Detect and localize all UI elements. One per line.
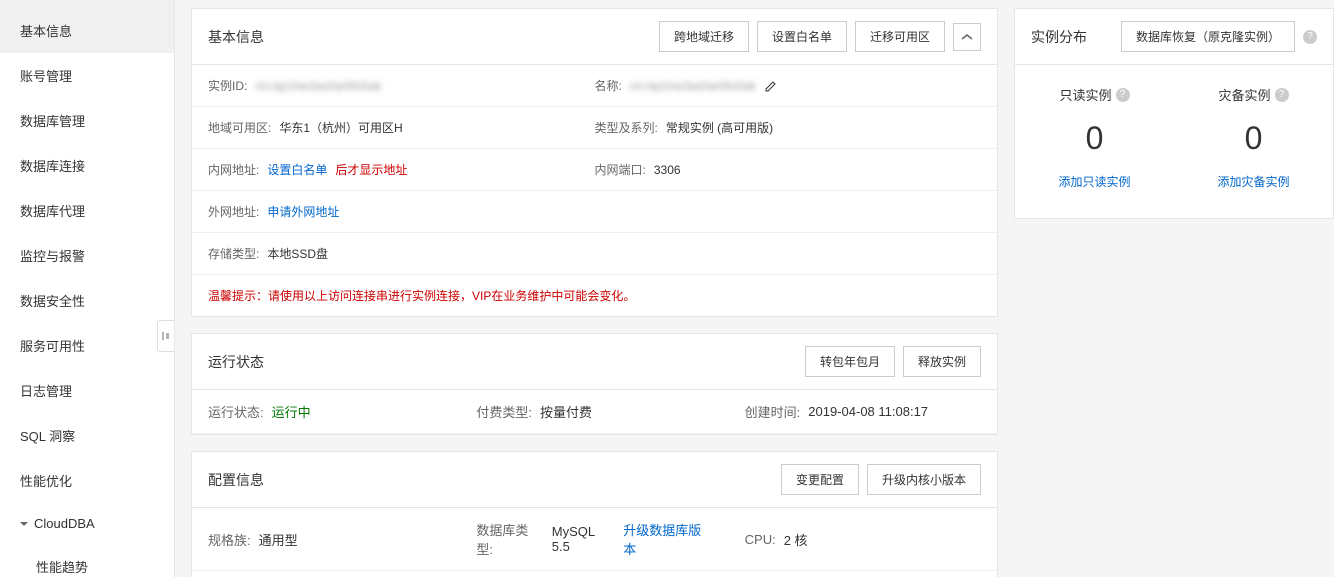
chevron-up-icon <box>961 33 973 41</box>
sidebar-subitem-perf-trend[interactable]: 性能趋势 <box>0 544 174 577</box>
basic-info-title: 基本信息 <box>208 27 264 47</box>
upgrade-db-link[interactable]: 升级数据库版本 <box>623 520 712 558</box>
migrate-az-button[interactable]: 迁移可用区 <box>855 21 945 52</box>
readonly-count: 0 <box>1015 120 1174 157</box>
add-readonly-link[interactable]: 添加只读实例 <box>1015 173 1174 190</box>
disaster-count: 0 <box>1174 120 1333 157</box>
billing-label: 付费类型: <box>476 402 532 421</box>
instance-id-label: 实例ID: <box>208 77 247 94</box>
cpu-value: 2 核 <box>784 530 808 549</box>
sidebar-collapse-toggle[interactable] <box>157 320 175 352</box>
status-panel: 运行状态 转包年包月 释放实例 运行状态: 运行中 付费类型: 按量付费 <box>191 333 998 435</box>
whitelist-button[interactable]: 设置白名单 <box>757 21 847 52</box>
sidebar-item-perf[interactable]: 性能优化 <box>0 458 174 503</box>
basic-info-panel: 基本信息 跨地域迁移 设置白名单 迁移可用区 实例ID: rm-bp1hw3as… <box>191 8 998 317</box>
help-icon[interactable]: ? <box>1116 88 1130 102</box>
status-title: 运行状态 <box>208 352 264 372</box>
apply-extranet-link[interactable]: 申请外网地址 <box>267 203 339 220</box>
release-instance-button[interactable]: 释放实例 <box>903 346 981 377</box>
billing-value: 按量付费 <box>540 402 592 421</box>
sidebar: 基本信息 账号管理 数据库管理 数据库连接 数据库代理 监控与报警 数据安全性 … <box>0 0 175 577</box>
instance-id-value: rm-bp1hw3as0ar5fo5ak <box>255 79 381 93</box>
sidebar-item-account[interactable]: 账号管理 <box>0 53 174 98</box>
storage-value: 本地SSD盘 <box>267 245 328 262</box>
config-panel: 配置信息 变更配置 升级内核小版本 规格族: 通用型 数据库类型: MySQL … <box>191 451 998 577</box>
sidebar-item-monitor[interactable]: 监控与报警 <box>0 233 174 278</box>
extranet-addr-label: 外网地址: <box>208 203 259 220</box>
intranet-addr-note: 后才显示地址 <box>335 161 407 178</box>
region-label: 地域可用区: <box>208 119 271 136</box>
cpu-label: CPU: <box>745 532 776 547</box>
collapse-icon <box>161 331 171 341</box>
type-value: 常规实例 (高可用版) <box>666 119 773 136</box>
name-value: rm-bp1hw3as0ar5fo5ak <box>630 79 756 93</box>
sidebar-item-basic-info[interactable]: 基本信息 <box>0 8 174 53</box>
warning-text: 温馨提示：请使用以上访问连接串进行实例连接，VIP在业务维护中可能会变化。 <box>192 275 997 316</box>
add-disaster-link[interactable]: 添加灾备实例 <box>1174 173 1333 190</box>
region-value: 华东1（杭州）可用区H <box>279 119 402 136</box>
convert-billing-button[interactable]: 转包年包月 <box>805 346 895 377</box>
intranet-port-label: 内网端口: <box>595 161 646 178</box>
distribution-panel: 实例分布 数据库恢复（原克隆实例） ? 只读实例 ? 0 添加只读实例 <box>1014 8 1334 219</box>
intranet-port-value: 3306 <box>654 163 681 177</box>
intranet-addr-label: 内网地址: <box>208 161 259 178</box>
run-status-value: 运行中 <box>272 402 311 421</box>
config-title: 配置信息 <box>208 470 264 490</box>
sidebar-item-database[interactable]: 数据库管理 <box>0 98 174 143</box>
spec-label: 规格族: <box>208 530 251 549</box>
sidebar-item-logs[interactable]: 日志管理 <box>0 368 174 413</box>
dbtype-value: MySQL 5.5 <box>552 524 615 554</box>
name-label: 名称: <box>595 77 622 94</box>
disaster-label: 灾备实例 <box>1218 85 1270 104</box>
upgrade-kernel-button[interactable]: 升级内核小版本 <box>867 464 981 495</box>
edit-icon[interactable] <box>764 79 778 93</box>
created-value: 2019-04-08 11:08:17 <box>808 404 928 419</box>
dbtype-label: 数据库类型: <box>476 520 543 558</box>
change-config-button[interactable]: 变更配置 <box>781 464 859 495</box>
distribution-title: 实例分布 <box>1031 27 1087 47</box>
run-status-label: 运行状态: <box>208 402 264 421</box>
sidebar-item-connection[interactable]: 数据库连接 <box>0 143 174 188</box>
restore-db-button[interactable]: 数据库恢复（原克隆实例） <box>1121 21 1295 52</box>
set-whitelist-link[interactable]: 设置白名单 <box>267 161 327 178</box>
sidebar-item-security[interactable]: 数据安全性 <box>0 278 174 323</box>
readonly-label: 只读实例 <box>1059 85 1111 104</box>
sidebar-item-clouddba[interactable]: CloudDBA <box>0 503 174 544</box>
sidebar-item-proxy[interactable]: 数据库代理 <box>0 188 174 233</box>
storage-label: 存储类型: <box>208 245 259 262</box>
sidebar-item-sql[interactable]: SQL 洞察 <box>0 413 174 458</box>
type-label: 类型及系列: <box>595 119 658 136</box>
spec-value: 通用型 <box>259 530 298 549</box>
help-icon[interactable]: ? <box>1303 30 1317 44</box>
sidebar-item-availability[interactable]: 服务可用性 <box>0 323 174 368</box>
migrate-region-button[interactable]: 跨地域迁移 <box>659 21 749 52</box>
created-label: 创建时间: <box>745 402 801 421</box>
help-icon[interactable]: ? <box>1275 88 1289 102</box>
collapse-panel-button[interactable] <box>953 23 981 51</box>
